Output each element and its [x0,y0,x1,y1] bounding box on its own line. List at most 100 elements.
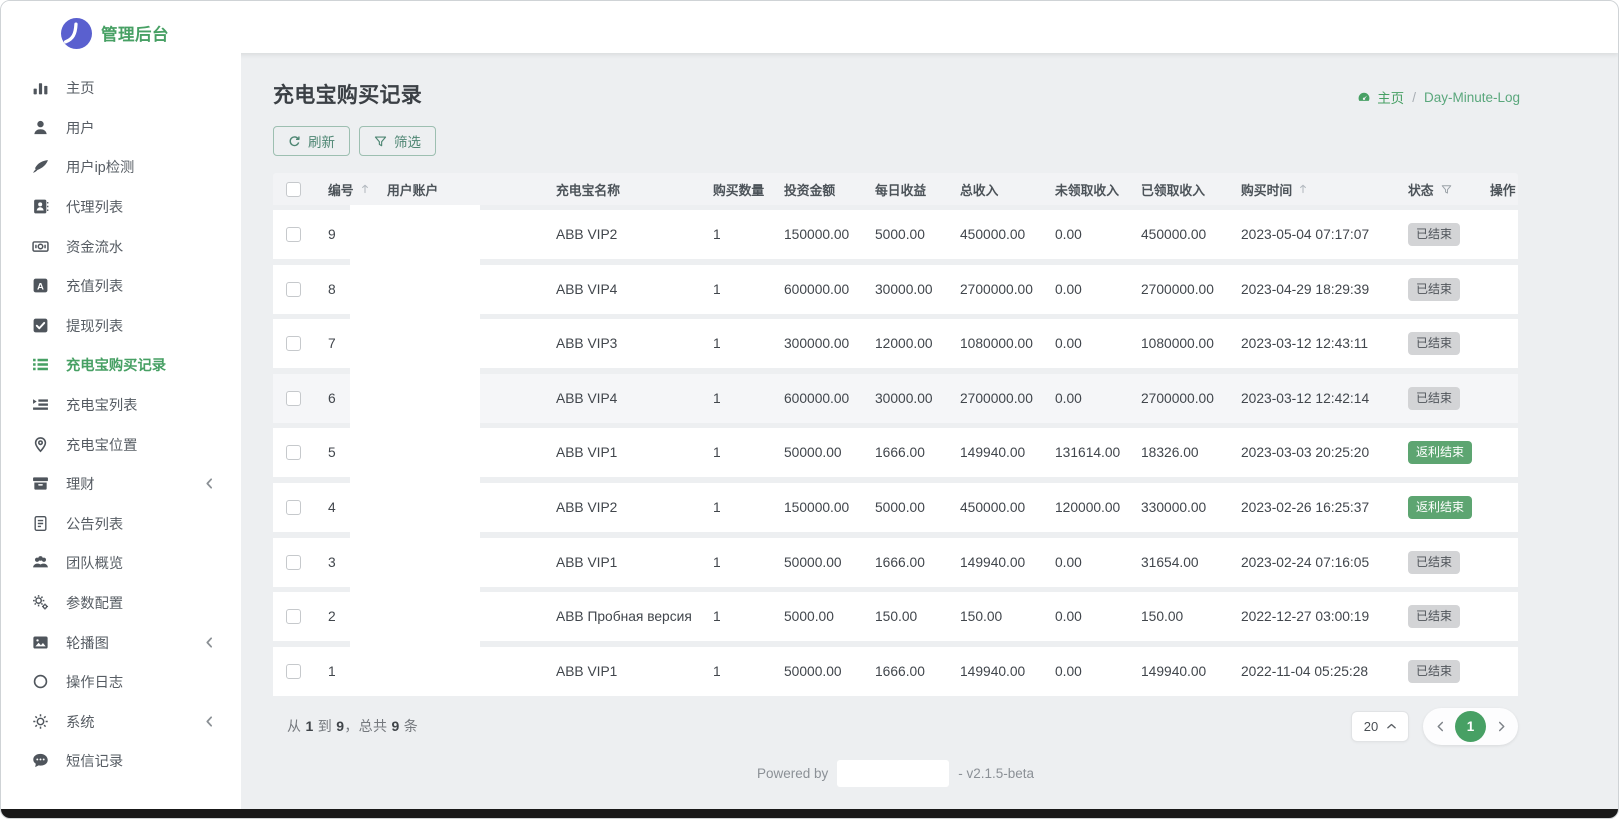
sidebar-item-gear[interactable]: 系统 [1,702,241,742]
select-all-checkbox[interactable] [286,182,301,197]
column-header-id[interactable]: 编号 [315,180,374,199]
sidebar-item-label: 充值列表 [66,275,123,296]
cell-claimed: 150.00 [1128,609,1228,624]
sidebar-item-label: 参数配置 [66,592,123,613]
column-header-action: 操作 [1477,180,1518,199]
cell-unclaimed: 0.00 [1042,336,1128,351]
row-checkbox[interactable] [286,391,301,406]
column-header-status[interactable]: 状态 [1395,180,1477,199]
status-badge: 已结束 [1408,551,1460,574]
image-icon [31,634,49,651]
filter-icon[interactable] [1441,184,1452,195]
filter-button[interactable]: 筛选 [359,126,436,156]
row-checkbox[interactable] [286,336,301,351]
status-badge: 返利结束 [1408,496,1472,519]
sidebar-item-cogs[interactable]: 参数配置 [1,583,241,623]
sidebar-item-address-book[interactable]: 代理列表 [1,187,241,227]
row-checkbox[interactable] [286,609,301,624]
powered-brand-redacted [837,760,949,787]
cell-id: 3 [315,555,374,570]
table-footer: 从 1 到 9，总共 9 条 20 1 [273,708,1518,745]
column-header-time[interactable]: 购买时间 [1228,180,1395,199]
row-checkbox[interactable] [286,500,301,515]
cell-status: 已结束 [1395,660,1477,683]
cell-invest: 5000.00 [771,609,862,624]
cell-total: 149940.00 [947,445,1042,460]
next-page-button[interactable] [1491,721,1511,732]
sidebar-item-pen[interactable]: 用户ip检测 [1,147,241,187]
sidebar-item-file-text[interactable]: 公告列表 [1,504,241,544]
table-row: 6ABB VIP41600000.0030000.002700000.000.0… [273,374,1518,423]
page-pill: 1 [1423,708,1518,745]
chevron-left-icon [204,716,215,727]
table-header: 编号用户账户充电宝名称购买数量投资金额每日收益总收入未领取收入已领取收入购买时间… [273,173,1518,205]
breadcrumb-home[interactable]: 主页 [1377,87,1404,107]
cell-qty: 1 [700,609,771,624]
sidebar-item-archive[interactable]: 理财 [1,464,241,504]
sort-asc-icon [361,184,369,194]
comment-icon [31,752,49,769]
cell-name: ABB VIP1 [543,664,700,679]
row-select-cell [273,391,315,406]
sidebar-item-label: 系统 [66,711,95,732]
cell-qty: 1 [700,555,771,570]
cell-time: 2023-05-04 07:17:07 [1228,227,1395,242]
cell-status: 返利结束 [1395,496,1477,519]
users-icon [31,554,49,571]
sidebar-item-users[interactable]: 团队概览 [1,543,241,583]
page-size-select[interactable]: 20 [1351,711,1409,742]
sidebar-item-square-check[interactable]: 提现列表 [1,306,241,346]
table-row: 8ABB VIP41600000.0030000.002700000.000.0… [273,265,1518,314]
funnel-icon [374,135,387,148]
sidebar-item-label: 公告列表 [66,513,123,534]
cell-unclaimed: 0.00 [1042,555,1128,570]
sidebar-item-comment[interactable]: 短信记录 [1,741,241,781]
chart-bar-icon [31,79,49,96]
sidebar-item-chart-bar[interactable]: 主页 [1,68,241,108]
row-checkbox[interactable] [286,227,301,242]
svg-text:A: A [37,282,44,293]
chevron-left-icon [204,478,215,489]
refresh-button[interactable]: 刷新 [273,126,350,156]
page-title: 充电宝购买记录 [273,79,422,109]
row-checkbox[interactable] [286,445,301,460]
sidebar-item-square-a[interactable]: A 充值列表 [1,266,241,306]
sidebar-item-list[interactable]: 充电宝购买记录 [1,345,241,385]
row-checkbox[interactable] [286,555,301,570]
sidebar-item-map-pin[interactable]: 充电宝位置 [1,424,241,464]
breadcrumb-current: Day-Minute-Log [1424,90,1520,105]
cogs-icon [31,594,49,611]
cell-claimed: 450000.00 [1128,227,1228,242]
row-checkbox[interactable] [286,664,301,679]
cell-status: 已结束 [1395,551,1477,574]
cell-name: ABB VIP1 [543,555,700,570]
list-icon [31,356,49,373]
sidebar-item-label: 资金流水 [66,236,123,257]
prev-page-button[interactable] [1430,721,1450,732]
gear-icon [31,713,49,730]
table-row: 5ABB VIP1150000.001666.00149940.00131614… [273,428,1518,477]
sidebar-item-money[interactable]: 资金流水 [1,226,241,266]
cell-name: ABB VIP3 [543,336,700,351]
cell-claimed: 18326.00 [1128,445,1228,460]
cell-status: 已结束 [1395,605,1477,628]
cell-qty: 1 [700,664,771,679]
cell-daily: 30000.00 [862,282,947,297]
cell-unclaimed: 0.00 [1042,391,1128,406]
brand-title: 管理后台 [101,21,169,45]
cell-claimed: 2700000.00 [1128,391,1228,406]
sidebar-item-circle[interactable]: 操作日志 [1,662,241,702]
sidebar-item-image[interactable]: 轮播图 [1,622,241,662]
file-text-icon [31,515,49,532]
sidebar-item-user[interactable]: 用户 [1,108,241,148]
current-page[interactable]: 1 [1455,711,1486,742]
sidebar-item-stream[interactable]: 充电宝列表 [1,385,241,425]
cell-qty: 1 [700,336,771,351]
breadcrumb: 主页 / Day-Minute-Log [1357,87,1520,109]
row-checkbox[interactable] [286,282,301,297]
map-pin-icon [31,436,49,453]
sidebar: 管理后台 主页用户用户ip检测代理列表资金流水 A 充值列表提现列表充电宝购买记录充… [1,1,241,809]
cell-time: 2022-12-27 03:00:19 [1228,609,1395,624]
column-header-invest: 投资金额 [771,180,862,199]
cell-status: 已结束 [1395,332,1477,355]
